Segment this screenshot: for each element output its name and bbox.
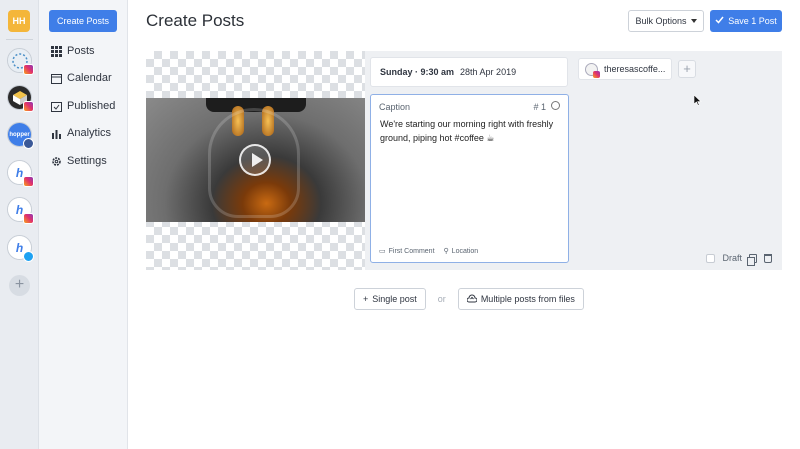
single-post-label: Single post (372, 294, 417, 304)
sidebar-item-settings[interactable]: Settings (51, 153, 107, 169)
or-separator: or (437, 294, 446, 304)
account-avatar-6[interactable]: h (7, 235, 34, 262)
caption-footer: ▭ First Comment ⚲ Location (379, 247, 478, 255)
caption-hashtag-count[interactable]: # 1 (533, 102, 546, 112)
instagram-badge-icon (23, 64, 34, 75)
grid-icon (51, 45, 62, 57)
first-comment-link[interactable]: ▭ First Comment (379, 247, 435, 255)
post-card: Sunday · 9:30 am 28th Apr 2019 Caption #… (146, 51, 782, 270)
page-title: Create Posts (146, 11, 245, 30)
check-calendar-icon (51, 101, 62, 112)
play-icon[interactable] (239, 144, 271, 176)
caption-text[interactable]: We're starting our morning right with fr… (380, 117, 560, 145)
multiple-posts-label: Multiple posts from files (480, 294, 575, 304)
sidebar-item-label: Analytics (67, 127, 112, 139)
add-account-to-post-button[interactable]: + (678, 60, 696, 78)
caption-label: Caption (379, 102, 411, 112)
save-post-label: Save 1 Post (728, 16, 777, 26)
account-panel: theresascoffe... + Draft (574, 51, 782, 270)
schedule-date-field[interactable]: Sunday · 9:30 am 28th Apr 2019 (370, 57, 568, 87)
emoji-icon[interactable] (551, 101, 560, 110)
trash-icon[interactable] (764, 253, 772, 263)
schedule-day-time: Sunday · 9:30 am (380, 67, 455, 77)
duplicate-icon[interactable] (747, 253, 757, 266)
location-link[interactable]: ⚲ Location (444, 247, 479, 255)
location-pin-icon: ⚲ (443, 248, 449, 255)
instagram-badge-icon (23, 213, 34, 224)
selected-account-chip[interactable]: theresascoffe... (578, 58, 672, 80)
multiple-posts-button[interactable]: Multiple posts from files (457, 288, 584, 310)
account-avatar-1[interactable] (7, 48, 34, 75)
instagram-badge-icon (23, 176, 34, 187)
facebook-badge-icon (23, 138, 34, 149)
account-avatar-5[interactable]: h (7, 197, 34, 224)
workspace-avatar[interactable]: HH (8, 10, 30, 32)
bar-chart-icon (51, 128, 62, 139)
caption-editor[interactable]: Caption # 1 We're starting our morning r… (370, 94, 569, 263)
schedule-date: 28th Apr 2019 (460, 67, 517, 77)
instagram-badge-icon (23, 101, 34, 112)
account-rail: HH hopper h h h + (0, 0, 39, 449)
sidebar-item-label: Published (67, 100, 116, 112)
sidebar-item-label: Settings (67, 155, 107, 167)
single-post-button[interactable]: + Single post (354, 288, 426, 310)
account-avatar-4[interactable]: h (7, 160, 34, 187)
account-name: theresascoffe... (604, 64, 666, 74)
twitter-badge-icon (23, 251, 34, 262)
gear-icon (51, 156, 62, 167)
add-posts-row: + Single post or Multiple posts from fil… (354, 288, 584, 310)
checkmark-icon (715, 16, 724, 26)
rail-divider (6, 39, 33, 40)
account-avatar-3[interactable]: hopper (7, 122, 34, 149)
draft-checkbox[interactable] (706, 253, 716, 263)
post-actions: Draft (706, 253, 772, 266)
account-avatar-icon (585, 62, 600, 78)
account-avatar-2[interactable] (7, 85, 34, 112)
sidebar-item-label: Posts (67, 45, 95, 57)
media-area[interactable] (146, 51, 365, 270)
create-posts-button[interactable]: Create Posts (49, 10, 117, 32)
draft-label: Draft (722, 253, 742, 263)
bulk-options-dropdown[interactable]: Bulk Options (628, 10, 704, 32)
sidebar-nav: Create Posts Posts Calendar Published An… (39, 0, 128, 449)
video-thumbnail[interactable] (146, 98, 365, 222)
add-account-button[interactable]: + (9, 275, 30, 296)
sidebar-item-analytics[interactable]: Analytics (51, 125, 111, 141)
bulk-options-label: Bulk Options (635, 16, 687, 26)
calendar-icon (51, 73, 62, 84)
sidebar-item-published[interactable]: Published (51, 98, 115, 114)
sidebar-item-label: Calendar (67, 72, 112, 84)
first-comment-label: First Comment (388, 248, 435, 255)
upload-icon (466, 294, 478, 305)
caret-down-icon (690, 19, 697, 23)
comment-icon: ▭ (379, 248, 386, 255)
save-post-button[interactable]: Save 1 Post (710, 10, 782, 32)
sidebar-item-calendar[interactable]: Calendar (51, 70, 112, 86)
mouse-cursor-icon (693, 93, 702, 111)
plus-icon: + (363, 294, 369, 304)
location-label: Location (451, 248, 479, 255)
sidebar-item-posts[interactable]: Posts (51, 43, 95, 59)
